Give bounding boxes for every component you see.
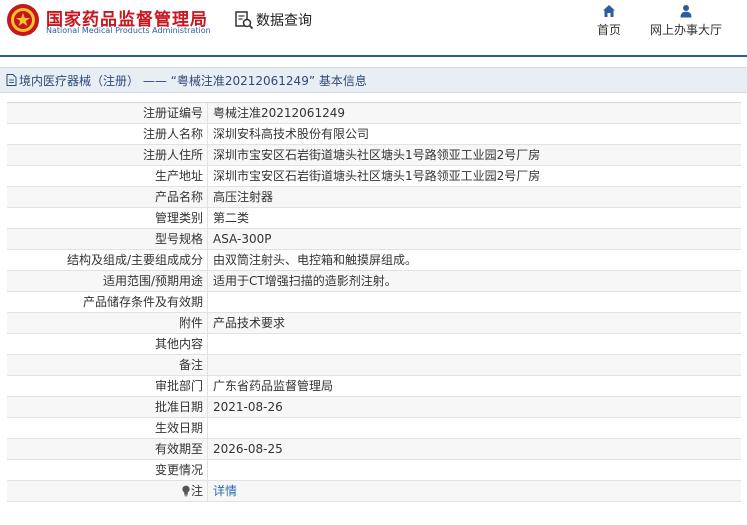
table-row: 备注 — [7, 355, 741, 376]
table-row: 注册人住所 深圳市宝安区石岩街道塘头社区塘头1号路领亚工业园2号厂房 — [7, 145, 741, 166]
field-label: 适用范围/预期用途 — [7, 271, 208, 291]
field-value: 产品技术要求 — [213, 316, 286, 330]
nav-online-hall-label: 网上办事大厅 — [649, 23, 722, 37]
field-label: 生产地址 — [7, 166, 208, 186]
field-label: 生效日期 — [7, 418, 208, 438]
table-row: 注册证编号 粤械注准20212061249 — [7, 103, 741, 124]
brand-subtitle: National Medical Products Administration — [46, 26, 211, 35]
table-row: 注册人名称 深圳安科高技术股份有限公司 — [7, 124, 741, 145]
field-label: 型号规格 — [7, 229, 208, 249]
record-title: 境内医疗器械（注册） —— “粤械注准20212061249” 基本信息 — [19, 73, 367, 88]
field-value: 粤械注准20212061249 — [213, 106, 345, 120]
data-query-link[interactable]: 数据查询 — [234, 9, 312, 31]
field-value — [208, 418, 741, 438]
registration-detail-table: 注册证编号 粤械注准20212061249 注册人名称 深圳安科高技术股份有限公司 … — [7, 102, 741, 502]
field-label: 批准日期 — [7, 397, 208, 417]
document-icon — [6, 74, 17, 86]
field-label: 产品储存条件及有效期 — [7, 292, 208, 312]
field-label: 有效期至 — [7, 439, 208, 459]
field-label: 附件 — [7, 313, 208, 333]
field-value: 广东省药品监督管理局 — [213, 379, 334, 393]
field-value: 第二类 — [213, 211, 250, 225]
lightbulb-icon — [182, 485, 190, 497]
field-value: 深圳市宝安区石岩街道塘头社区塘头1号路领亚工业园2号厂房 — [213, 169, 541, 183]
field-value: 深圳市宝安区石岩街道塘头社区塘头1号路领亚工业园2号厂房 — [213, 148, 541, 162]
table-row: 注 详情 — [7, 481, 741, 502]
data-query-label: 数据查询 — [256, 13, 312, 29]
nav-home-label: 首页 — [596, 23, 621, 37]
table-row: 产品储存条件及有效期 — [7, 292, 741, 313]
table-row: 附件 产品技术要求 — [7, 313, 741, 334]
field-label: 注册人住所 — [7, 145, 208, 165]
site-header: 国家药品监督管理局 National Medical Products Admi… — [0, 0, 747, 57]
field-value: 适用于CT增强扫描的造影剂注射。 — [213, 274, 397, 288]
field-label: 管理类别 — [7, 208, 208, 228]
field-value: 2026-08-25 — [213, 442, 283, 456]
user-icon — [680, 5, 692, 18]
table-row: 管理类别 第二类 — [7, 208, 741, 229]
nav-online-hall[interactable]: 网上办事大厅 — [646, 4, 726, 38]
search-document-icon — [235, 11, 254, 30]
table-row: 生产地址 深圳市宝安区石岩街道塘头社区塘头1号路领亚工业园2号厂房 — [7, 166, 741, 187]
field-value: 深圳安科高技术股份有限公司 — [213, 127, 370, 141]
field-value: ASA-300P — [213, 232, 272, 246]
record-title-bar: 境内医疗器械（注册） —— “粤械注准20212061249” 基本信息 — [0, 67, 747, 93]
field-label: 其他内容 — [7, 334, 208, 354]
table-row: 有效期至 2026-08-25 — [7, 439, 741, 460]
table-row: 审批部门 广东省药品监督管理局 — [7, 376, 741, 397]
field-label: 变更情况 — [7, 460, 208, 480]
table-row: 变更情况 — [7, 460, 741, 481]
table-row: 批准日期 2021-08-26 — [7, 397, 741, 418]
field-label: 注 — [190, 484, 203, 498]
field-label: 注册证编号 — [7, 103, 208, 123]
table-row: 适用范围/预期用途 适用于CT增强扫描的造影剂注射。 — [7, 271, 741, 292]
field-value: 高压注射器 — [213, 190, 274, 204]
field-value — [208, 355, 741, 375]
table-row: 产品名称 高压注射器 — [7, 187, 741, 208]
field-value — [208, 334, 741, 354]
field-label: 结构及组成/主要组成成分 — [7, 250, 208, 270]
note-label-cell: 注 — [7, 481, 208, 501]
field-label: 产品名称 — [7, 187, 208, 207]
details-link[interactable]: 详情 — [208, 481, 741, 501]
home-icon — [603, 5, 615, 17]
table-row: 结构及组成/主要组成成分 由双筒注射头、电控箱和触摸屏组成。 — [7, 250, 741, 271]
table-row: 其他内容 — [7, 334, 741, 355]
table-row: 型号规格 ASA-300P — [7, 229, 741, 250]
table-row: 生效日期 — [7, 418, 741, 439]
field-value: 2021-08-26 — [213, 400, 283, 414]
field-value: 由双筒注射头、电控箱和触摸屏组成。 — [213, 253, 418, 267]
nav-home[interactable]: 首页 — [594, 4, 624, 38]
field-label: 注册人名称 — [7, 124, 208, 144]
field-value — [208, 460, 741, 480]
nmpa-emblem-icon — [7, 4, 39, 36]
field-label: 备注 — [7, 355, 208, 375]
field-label: 审批部门 — [7, 376, 208, 396]
field-value — [208, 292, 741, 312]
